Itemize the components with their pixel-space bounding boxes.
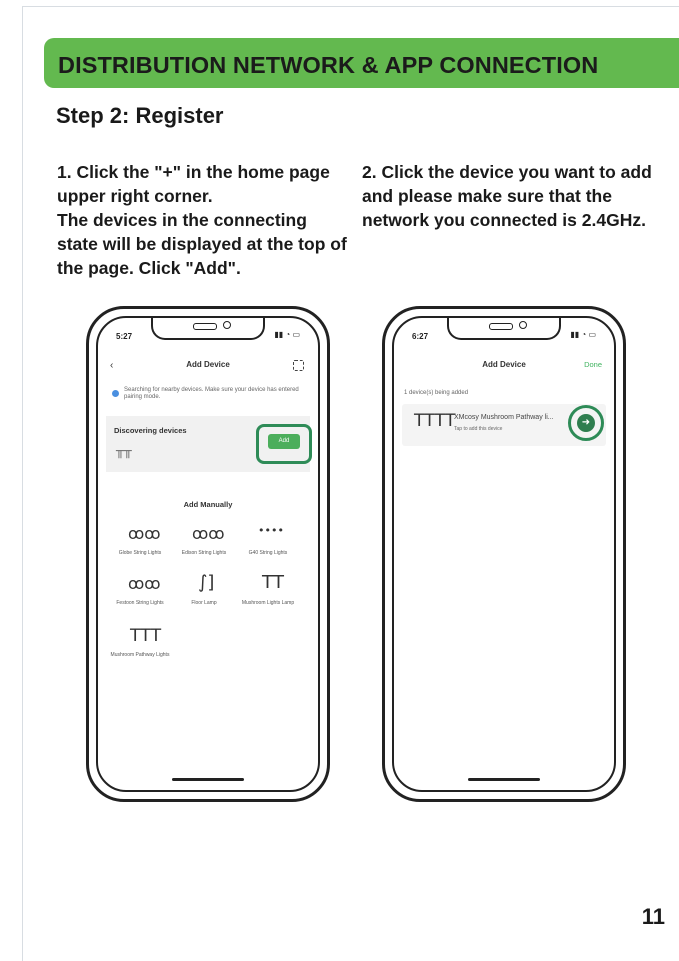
device-label-3: G40 String Lights: [248, 550, 288, 556]
pathway-lights-icon: ΤΤΤΤ: [414, 411, 456, 431]
add-device-icon[interactable]: ➜: [577, 414, 595, 432]
step-title: Step 2: Register: [56, 103, 224, 128]
camera-icon: [519, 321, 527, 329]
phone-notch: [151, 318, 265, 340]
status-text: 1 device(s) being added: [404, 390, 469, 396]
pathway-lights-icon[interactable]: ΤΤΤ: [130, 626, 161, 646]
scan-icon[interactable]: [293, 360, 304, 371]
status-icons: ▮▮ ◔ ▭: [274, 330, 300, 339]
device-label-1: Globe String Lights: [118, 550, 162, 556]
status-icons: ▮▮ ◔ ▭: [570, 330, 596, 339]
device-hint: Tap to add this device: [454, 426, 503, 432]
section-title: DISTRIBUTION NETWORK & APP CONNECTION: [58, 52, 599, 78]
camera-icon: [223, 321, 231, 329]
phone-left-screen: 5:27 ▮▮ ◔ ▭ ‹ Add Device Searching for n…: [96, 316, 320, 792]
speaker-icon: [193, 323, 217, 330]
status-time: 5:27: [116, 332, 133, 341]
speaker-icon: [489, 323, 513, 330]
edison-lights-icon[interactable]: ꝏꝏ: [192, 524, 225, 543]
home-indicator: [468, 778, 540, 781]
string-lights-icon[interactable]: ꝏꝏ: [128, 524, 161, 543]
g40-lights-icon[interactable]: ••••: [258, 524, 284, 537]
header-title: Add Device: [482, 360, 526, 369]
add-button[interactable]: Add: [268, 434, 300, 449]
device-name: XMcosy Mushroom Pathway li...: [454, 414, 554, 421]
searching-dot-icon: [112, 390, 119, 397]
discovering-panel: Discovering devices ╥╥ Add: [106, 416, 312, 472]
instruction-1-detail: The devices in the connecting state will…: [57, 210, 347, 278]
searching-text: Searching for nearby devices. Make sure …: [124, 387, 299, 400]
mushroom-lamp-icon[interactable]: ΤΤ: [262, 572, 284, 593]
done-button[interactable]: Done: [584, 360, 602, 369]
device-label-6: Mushroom Lights Lamp: [241, 600, 295, 606]
device-label-5: Floor Lamp: [191, 600, 217, 606]
header-title: Add Device: [186, 360, 230, 369]
home-indicator: [172, 778, 244, 781]
phone-left: 5:27 ▮▮ ◔ ▭ ‹ Add Device Searching for n…: [86, 306, 330, 802]
add-manually-title: Add Manually: [183, 500, 233, 509]
instruction-1: 1. Click the "+" in the home page upper …: [57, 162, 330, 206]
instructions-left: 1. Click the "+" in the home page upper …: [57, 160, 347, 280]
device-label-7: Mushroom Pathway Lights: [110, 652, 170, 658]
device-label-4: Festoon String Lights: [116, 600, 164, 606]
floor-lamp-icon[interactable]: ∫]: [198, 572, 214, 593]
instruction-2: 2. Click the device you want to add and …: [362, 162, 652, 230]
phone-notch: [447, 318, 561, 340]
status-time: 6:27: [412, 332, 429, 341]
device-thumb-icon: ╥╥: [116, 444, 132, 459]
instructions-right: 2. Click the device you want to add and …: [362, 160, 667, 232]
section-banner: DISTRIBUTION NETWORK & APP CONNECTION: [44, 38, 679, 88]
device-label-2: Edison String Lights: [181, 550, 227, 556]
phone-right: 6:27 ▮▮ ◔ ▭ Add Device Done 1 device(s) …: [382, 306, 626, 802]
page-number: 11: [641, 904, 665, 929]
phone-right-screen: 6:27 ▮▮ ◔ ▭ Add Device Done 1 device(s) …: [392, 316, 616, 792]
discovering-label: Discovering devices: [114, 426, 187, 435]
device-card[interactable]: ΤΤΤΤ XMcosy Mushroom Pathway li... Tap t…: [402, 404, 606, 446]
festoon-lights-icon[interactable]: ꝏꝏ: [128, 574, 161, 593]
